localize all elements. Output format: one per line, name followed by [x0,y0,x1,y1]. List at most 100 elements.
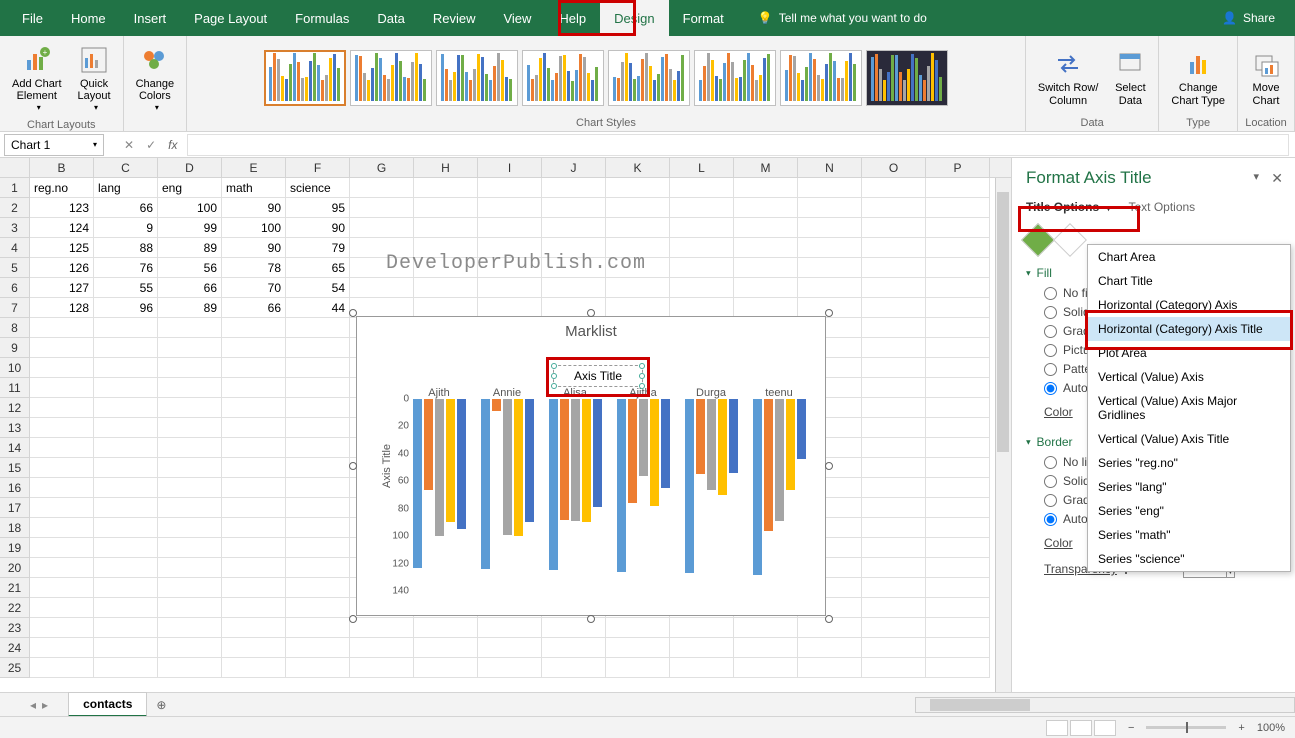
cell[interactable] [862,558,926,578]
page-layout-view-icon[interactable] [1070,720,1092,736]
cell[interactable] [798,178,862,198]
tab-formulas[interactable]: Formulas [281,0,363,36]
col-header[interactable]: H [414,158,478,177]
cell[interactable] [414,258,478,278]
bar[interactable] [593,399,602,507]
cell[interactable] [30,598,94,618]
cell[interactable] [30,378,94,398]
bar[interactable] [514,399,523,536]
cell[interactable] [286,558,350,578]
row-header[interactable]: 1 [0,178,30,198]
cell[interactable] [414,618,478,638]
cell[interactable] [734,618,798,638]
cell[interactable] [926,538,990,558]
cell[interactable] [606,278,670,298]
cell[interactable] [606,178,670,198]
cell[interactable] [862,578,926,598]
bar[interactable] [696,399,705,474]
cell[interactable] [926,178,990,198]
cell[interactable] [862,378,926,398]
chart-style-thumb[interactable] [780,50,862,106]
col-header[interactable]: J [542,158,606,177]
bar[interactable] [424,399,433,490]
sheet-tab-contacts[interactable]: contacts [68,692,147,717]
cell[interactable] [158,418,222,438]
cell[interactable] [542,178,606,198]
cell[interactable] [734,638,798,658]
cell[interactable] [862,398,926,418]
cell[interactable]: 9 [94,218,158,238]
cell[interactable]: 66 [94,198,158,218]
tab-page-layout[interactable]: Page Layout [180,0,281,36]
bar[interactable] [549,399,558,570]
bar[interactable] [413,399,422,568]
dropdown-item[interactable]: Vertical (Value) Axis Major Gridlines [1088,389,1290,427]
cell[interactable] [606,618,670,638]
cell[interactable]: 78 [222,258,286,278]
cell[interactable]: 76 [94,258,158,278]
cell[interactable] [478,198,542,218]
cell[interactable] [414,198,478,218]
add-chart-element-button[interactable]: + Add Chart Element ▾ [6,40,68,117]
cell[interactable] [350,178,414,198]
tab-insert[interactable]: Insert [120,0,181,36]
cell[interactable] [926,498,990,518]
row-header[interactable]: 2 [0,198,30,218]
cell[interactable]: 89 [158,238,222,258]
row-header[interactable]: 22 [0,598,30,618]
chart-style-thumb[interactable] [436,50,518,106]
cell[interactable] [478,258,542,278]
row-header[interactable]: 16 [0,478,30,498]
cell[interactable] [286,658,350,678]
bar[interactable] [617,399,626,572]
cell[interactable] [670,298,734,318]
cell[interactable] [30,518,94,538]
cell[interactable]: 54 [286,278,350,298]
name-box[interactable]: Chart 1 ▾ [4,134,104,156]
row-header[interactable]: 13 [0,418,30,438]
dropdown-item[interactable]: Series "science" [1088,547,1290,571]
dropdown-item[interactable]: Series "reg.no" [1088,451,1290,475]
cancel-icon[interactable]: ✕ [124,138,134,152]
col-header[interactable]: O [862,158,926,177]
switch-row-column-button[interactable]: Switch Row/ Column [1032,44,1105,110]
cell[interactable]: 66 [158,278,222,298]
cell[interactable] [222,638,286,658]
y-axis-label[interactable]: Axis Title [381,444,393,488]
cell[interactable] [286,338,350,358]
col-header[interactable]: C [94,158,158,177]
horizontal-scrollbar[interactable] [915,697,1295,713]
row-header[interactable]: 19 [0,538,30,558]
bar[interactable] [775,399,784,521]
bar[interactable] [729,399,738,473]
bar[interactable] [628,399,637,503]
cell[interactable] [222,458,286,478]
cell[interactable] [862,438,926,458]
cell[interactable] [158,458,222,478]
row-header[interactable]: 25 [0,658,30,678]
cell[interactable] [862,218,926,238]
cell[interactable] [734,298,798,318]
cell[interactable] [606,658,670,678]
cell[interactable] [478,218,542,238]
cell[interactable]: 65 [286,258,350,278]
dropdown-item[interactable]: Horizontal (Category) Axis [1088,293,1290,317]
tab-design[interactable]: Design [600,0,668,36]
cell[interactable] [862,598,926,618]
cell[interactable] [30,638,94,658]
cell[interactable] [734,278,798,298]
cell[interactable]: lang [94,178,158,198]
cell[interactable] [926,238,990,258]
cell[interactable] [926,338,990,358]
cell[interactable] [30,658,94,678]
cell[interactable]: eng [158,178,222,198]
cell[interactable] [926,658,990,678]
cell[interactable] [222,538,286,558]
cell[interactable] [670,278,734,298]
cell[interactable] [158,398,222,418]
cell[interactable] [286,578,350,598]
change-colors-button[interactable]: Change Colors ▾ [130,40,181,117]
cell[interactable] [862,658,926,678]
cell[interactable] [350,238,414,258]
chart-style-thumb[interactable] [350,50,432,106]
